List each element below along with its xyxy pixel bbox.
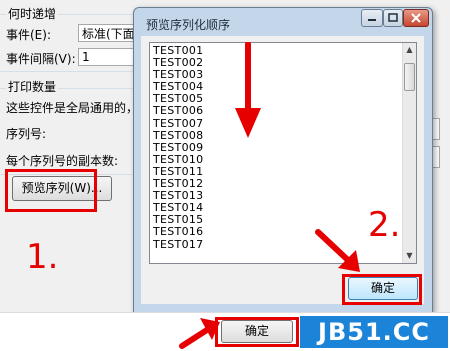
down-arrow-icon [235, 42, 261, 138]
preview-button-highlight [5, 169, 97, 212]
sequence-items: TEST001 TEST002 TEST003 TEST004 TEST005 TEST0… [153, 44, 203, 251]
list-item[interactable]: TEST017 [153, 238, 203, 251]
maximize-icon [388, 13, 398, 22]
maximize-button[interactable] [383, 9, 403, 27]
dialog-ok-highlight [342, 274, 422, 305]
dialog-body: TEST001 TEST002 TEST003 TEST004 TEST005 TEST0… [141, 36, 424, 304]
serial-label: 序列号: [6, 127, 47, 141]
interval-label: 事件间隔(V): [6, 52, 76, 66]
step-1-label: 1. [26, 237, 59, 277]
list-item[interactable]: TEST016 [153, 226, 203, 238]
diagonal-arrow-icon [315, 229, 360, 272]
list-item[interactable]: TEST006 [153, 105, 203, 117]
scroll-down-icon[interactable]: ▼ [403, 249, 416, 263]
print-description: 这些控件是全局通用的， [6, 101, 139, 115]
list-item[interactable]: TEST008 [153, 129, 203, 142]
main-ok-highlight [215, 317, 299, 347]
minimize-icon [368, 19, 376, 21]
dialog-title: 预览序列化顺序 [146, 18, 231, 32]
event-combo[interactable]: 标准(下面的 [78, 24, 138, 42]
copies-label: 每个序列号的副本数: [6, 154, 119, 168]
close-icon [411, 13, 421, 23]
close-button[interactable] [403, 9, 429, 27]
interval-field[interactable]: 1 [78, 48, 138, 66]
step-2-label: 2. [368, 205, 401, 245]
vertical-scrollbar[interactable]: ▲ ▼ [402, 43, 416, 263]
watermark-logo: JB51.CC [300, 316, 448, 348]
event-label: 事件(E): [6, 28, 51, 42]
minimize-button[interactable] [361, 9, 383, 27]
preview-dialog: 预览序列化顺序 TEST001 TEST002 TEST003 TEST004 TEST… [133, 7, 433, 313]
scroll-up-icon[interactable]: ▲ [403, 43, 416, 57]
print-group-title: 打印数量 [6, 78, 59, 95]
increment-group-title: 何时递增 [6, 5, 59, 22]
scroll-thumb[interactable] [404, 63, 415, 91]
list-item[interactable]: TEST007 [153, 117, 203, 130]
